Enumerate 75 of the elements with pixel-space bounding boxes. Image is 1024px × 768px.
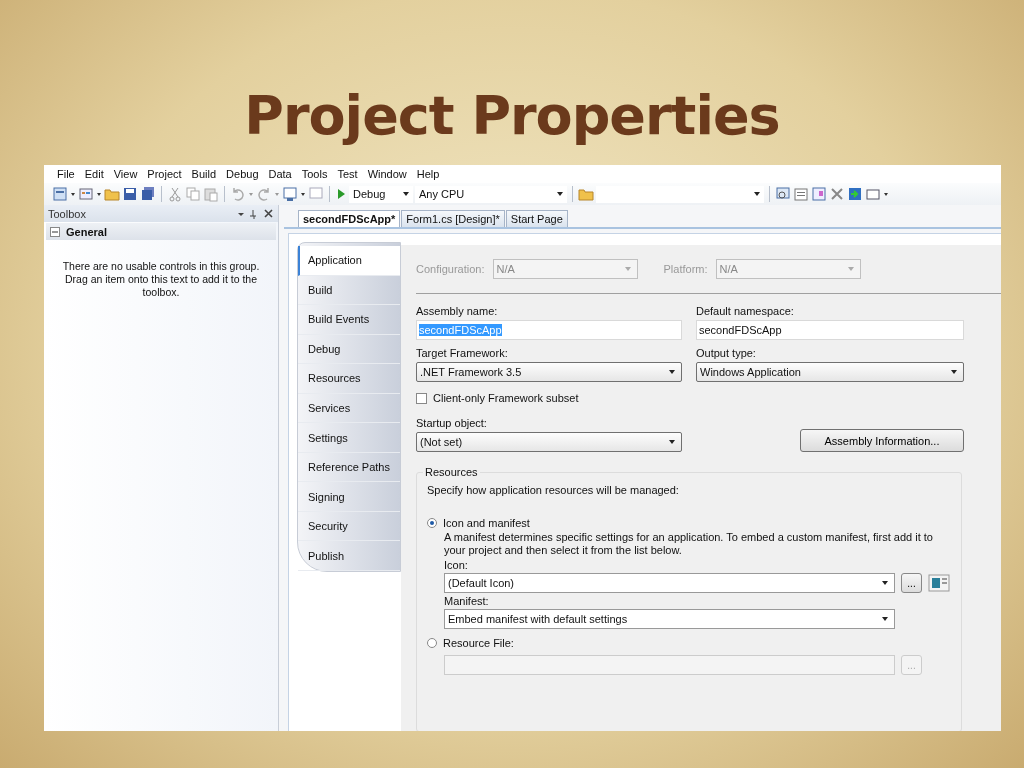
- platform-label: Platform:: [663, 263, 708, 275]
- save-all-icon[interactable]: [140, 186, 156, 202]
- menu-item[interactable]: Project: [142, 168, 187, 180]
- undo-icon[interactable]: [230, 186, 246, 202]
- object-browser-icon[interactable]: [811, 186, 827, 202]
- radio-label[interactable]: Icon and manifest: [443, 517, 530, 529]
- icon-preview-icon: [928, 574, 950, 592]
- group-title: Resources: [423, 466, 480, 478]
- configuration-label: Configuration:: [416, 263, 485, 275]
- page-tab[interactable]: Build: [298, 275, 400, 306]
- page-tab[interactable]: Signing: [298, 482, 400, 512]
- radio-button[interactable]: [427, 638, 437, 648]
- page-tab[interactable]: Reference Paths: [298, 452, 400, 483]
- paste-icon[interactable]: [203, 186, 219, 202]
- menu-item[interactable]: Build: [186, 168, 222, 180]
- redo-icon[interactable]: [256, 186, 272, 202]
- startup-object-dropdown[interactable]: (Not set): [416, 432, 682, 452]
- play-icon[interactable]: [335, 186, 347, 202]
- add-item-icon[interactable]: [78, 186, 94, 202]
- menu-item[interactable]: Window: [362, 168, 412, 180]
- scissors-icon[interactable]: [167, 186, 183, 202]
- icon-dropdown[interactable]: (Default Icon): [444, 573, 895, 593]
- target-framework-dropdown[interactable]: .NET Framework 3.5: [416, 362, 682, 382]
- page-tab[interactable]: Security: [298, 511, 400, 542]
- menu-item[interactable]: Test: [332, 168, 363, 180]
- platform-dropdown[interactable]: Any CPU: [415, 185, 567, 203]
- menu-item[interactable]: Tools: [296, 168, 333, 180]
- copy-icon[interactable]: [185, 186, 201, 202]
- menu-item[interactable]: Data: [263, 168, 297, 180]
- window-icon[interactable]: [282, 186, 298, 202]
- folder-icon[interactable]: [578, 186, 594, 202]
- new-project-icon[interactable]: [52, 186, 68, 202]
- menu-item[interactable]: Debug: [221, 168, 264, 180]
- hint-text: Specify how application resources will be managed:: [427, 484, 680, 496]
- field-label: Target Framework:: [416, 347, 509, 359]
- group-label[interactable]: General: [66, 225, 107, 238]
- save-icon[interactable]: [122, 186, 138, 202]
- document-tab[interactable]: Form1.cs [Design]*: [401, 210, 505, 227]
- browse-button[interactable]: ...: [901, 573, 922, 593]
- page-tab[interactable]: Settings: [298, 423, 400, 453]
- menu-item[interactable]: Help: [411, 168, 445, 180]
- menu-item[interactable]: View: [108, 168, 143, 180]
- default-namespace-field[interactable]: secondFDScApp: [696, 320, 964, 340]
- resource-file-field[interactable]: [444, 655, 895, 675]
- field-label: Startup object:: [416, 417, 488, 429]
- empty-message: There are no usable controls in this group. Drag an item onto this text to add it to the toolbox.: [61, 260, 261, 299]
- page-tab[interactable]: Application: [298, 246, 400, 276]
- radio-label[interactable]: Resource File:: [443, 637, 514, 649]
- field-label: Manifest:: [444, 595, 490, 607]
- page-tab[interactable]: Debug: [298, 334, 400, 365]
- field-label: Icon:: [444, 559, 469, 571]
- search-icon[interactable]: [775, 186, 791, 202]
- collapse-icon[interactable]: [50, 226, 60, 237]
- slide-title: Project Properties: [244, 83, 780, 149]
- document-tab[interactable]: Start Page: [505, 210, 568, 227]
- document-tab[interactable]: secondFDScApp*: [298, 210, 401, 227]
- manifest-dropdown[interactable]: Embed manifest with default settings: [444, 609, 895, 629]
- output-type-dropdown[interactable]: Windows Application: [696, 362, 964, 382]
- field-label: Default namespace:: [696, 305, 795, 317]
- field-label: Assembly name:: [416, 305, 499, 317]
- menu-item[interactable]: Edit: [79, 168, 109, 180]
- field-label: Output type:: [696, 347, 757, 359]
- assembly-information-button[interactable]: Assembly Information...: [800, 429, 964, 452]
- radio-button[interactable]: [427, 518, 437, 528]
- checkbox-label[interactable]: Client-only Framework subset: [433, 392, 579, 404]
- page-tab[interactable]: Resources: [298, 364, 400, 394]
- menu-item[interactable]: File: [52, 168, 80, 180]
- page-tab[interactable]: Publish: [298, 541, 400, 571]
- description-text: A manifest determines specific settings for an application. To embed a custom manifest, first add it to your project and then select it from the list below.: [444, 531, 934, 557]
- panel-title: Toolbox: [48, 207, 86, 220]
- configuration-dropdown[interactable]: Debug: [349, 185, 413, 203]
- checkbox[interactable]: [416, 392, 427, 404]
- properties-icon[interactable]: [793, 186, 809, 202]
- page-tab[interactable]: Build Events: [298, 305, 400, 335]
- page-tab[interactable]: Services: [298, 393, 400, 424]
